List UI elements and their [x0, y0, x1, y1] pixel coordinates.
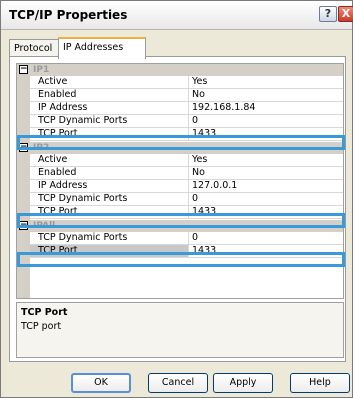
property-value[interactable]: 192.168.1.84: [190, 102, 255, 114]
ip-addresses-panel: − IP1 Active Yes Enabled No IP Address 1…: [9, 56, 346, 362]
property-key: TCP Dynamic Ports: [30, 193, 189, 205]
property-grid[interactable]: − IP1 Active Yes Enabled No IP Address 1…: [16, 63, 344, 299]
collapse-icon[interactable]: −: [19, 221, 28, 230]
category-label: IP2: [33, 143, 50, 153]
property-value[interactable]: 0: [190, 232, 198, 244]
apply-button[interactable]: Apply: [213, 373, 273, 393]
property-value[interactable]: 0: [190, 115, 198, 127]
title-bar: TCP/IP Properties ? X: [1, 1, 353, 30]
property-row-tcp-port-ipall[interactable]: TCP Port 1433: [30, 245, 343, 258]
property-value[interactable]: 1433: [190, 128, 216, 140]
property-value[interactable]: Yes: [190, 154, 207, 166]
description-text: TCP port: [21, 321, 62, 332]
property-row[interactable]: TCP Dynamic Ports 0: [30, 232, 343, 245]
collapse-icon[interactable]: −: [19, 65, 28, 74]
property-row[interactable]: Enabled No: [30, 167, 343, 180]
grid-gutter: [17, 64, 30, 298]
property-row[interactable]: TCP Dynamic Ports 0: [30, 115, 343, 128]
property-key: Active: [30, 154, 189, 166]
property-key: Enabled: [30, 167, 189, 179]
property-row[interactable]: IP Address 192.168.1.84: [30, 102, 343, 115]
category-ip1[interactable]: − IP1: [17, 64, 343, 76]
tcpip-properties-dialog: TCP/IP Properties ? X Protocol IP Addres…: [0, 0, 353, 398]
property-key: TCP Port: [30, 245, 189, 257]
property-key: TCP Dynamic Ports: [30, 232, 189, 244]
property-value[interactable]: 1433: [190, 206, 216, 218]
description-title: TCP Port: [21, 307, 68, 318]
close-button[interactable]: X: [338, 6, 353, 22]
help-button[interactable]: Help: [290, 373, 350, 393]
help-title-button[interactable]: ?: [319, 6, 337, 22]
property-row-tcp-port-ip2[interactable]: TCP Port 1433: [30, 206, 343, 219]
window-title: TCP/IP Properties: [9, 8, 128, 22]
property-key: TCP Dynamic Ports: [30, 115, 189, 127]
property-value[interactable]: 127.0.0.1: [190, 180, 237, 192]
property-key: IP Address: [30, 180, 189, 192]
collapse-icon[interactable]: −: [19, 143, 28, 152]
property-row[interactable]: TCP Dynamic Ports 0: [30, 193, 343, 206]
property-key: Active: [30, 76, 189, 88]
tab-ip-addresses[interactable]: IP Addresses: [58, 37, 146, 59]
property-value[interactable]: 0: [190, 193, 198, 205]
property-value[interactable]: Yes: [190, 76, 207, 88]
property-key: TCP Port: [30, 128, 189, 140]
property-key: IP Address: [30, 102, 189, 114]
property-row[interactable]: Active Yes: [30, 154, 343, 167]
ok-button[interactable]: OK: [71, 373, 131, 393]
property-row[interactable]: Enabled No: [30, 89, 343, 102]
category-label: IPAll: [33, 221, 56, 231]
cancel-button[interactable]: Cancel: [148, 373, 208, 393]
property-key: TCP Port: [30, 206, 189, 218]
category-label: IP1: [33, 65, 50, 75]
property-row-tcp-port-ip1[interactable]: TCP Port 1433: [30, 128, 343, 141]
property-value[interactable]: No: [190, 167, 205, 179]
description-pane: TCP Port TCP port: [16, 302, 344, 358]
property-value[interactable]: No: [190, 89, 205, 101]
property-row[interactable]: IP Address 127.0.0.1: [30, 180, 343, 193]
property-key: Enabled: [30, 89, 189, 101]
category-ipall[interactable]: − IPAll: [17, 220, 343, 232]
property-value[interactable]: 1433: [190, 245, 216, 257]
category-ip2[interactable]: − IP2: [17, 142, 343, 154]
property-row[interactable]: Active Yes: [30, 76, 343, 89]
